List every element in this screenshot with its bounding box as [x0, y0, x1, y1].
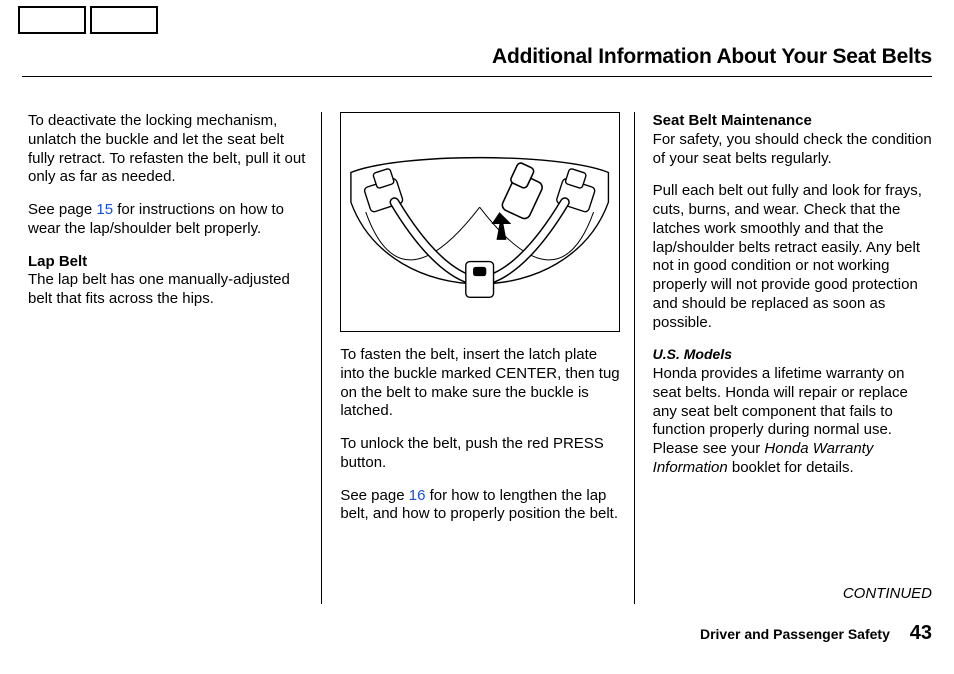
page-ref-16[interactable]: 16: [409, 487, 426, 504]
page-footer: Driver and Passenger Safety 43: [700, 621, 932, 646]
manual-page: Additional Information About Your Seat B…: [0, 0, 954, 674]
c2-p3: See page 16 for how to lengthen the lap …: [340, 487, 619, 525]
c1-p2: See page 15 for instructions on how to w…: [28, 201, 307, 239]
belt-svg: [341, 113, 618, 331]
c2-p2: To unlock the belt, push the red PRESS b…: [340, 435, 619, 473]
c2-p1: To fasten the belt, insert the latch pla…: [340, 346, 619, 421]
body-columns: To deactivate the locking mechanism, unl…: [28, 112, 932, 604]
c1-p2-a: See page: [28, 201, 96, 218]
c1-p1: To deactivate the locking mechanism, unl…: [28, 112, 307, 187]
c3-p3-b: booklet for details.: [728, 459, 854, 476]
c3-heading-block: Seat Belt Maintenance For safety, you sh…: [653, 112, 932, 168]
nav-placeholder-boxes: [18, 6, 158, 34]
continued-marker: CONTINUED: [843, 585, 932, 604]
nav-box-1: [18, 6, 86, 34]
lap-belt-illustration: [340, 112, 619, 332]
c3-p1: For safety, you should check the conditi…: [653, 131, 932, 167]
lap-belt-heading: Lap Belt: [28, 253, 87, 270]
page-ref-15[interactable]: 15: [96, 201, 113, 218]
footer-page-number: 43: [910, 622, 932, 644]
title-rule: [22, 76, 932, 77]
us-models-subhead: U.S. Models: [653, 346, 732, 362]
maintenance-heading: Seat Belt Maintenance: [653, 112, 812, 129]
c1-p3: The lap belt has one manually-adjusted b…: [28, 271, 290, 307]
c2-p3-a: See page: [340, 487, 408, 504]
c1-heading-block: Lap Belt The lap belt has one manually-a…: [28, 253, 307, 309]
column-3: Seat Belt Maintenance For safety, you sh…: [647, 112, 932, 604]
column-2: To fasten the belt, insert the latch pla…: [334, 112, 634, 604]
page-title: Additional Information About Your Seat B…: [492, 44, 932, 70]
nav-box-2: [90, 6, 158, 34]
column-1: To deactivate the locking mechanism, unl…: [28, 112, 322, 604]
footer-section: Driver and Passenger Safety: [700, 626, 890, 642]
c3-p2: Pull each belt out fully and look for fr…: [653, 182, 932, 332]
c3-us-block: U.S. Models Honda provides a lifetime wa…: [653, 346, 932, 477]
